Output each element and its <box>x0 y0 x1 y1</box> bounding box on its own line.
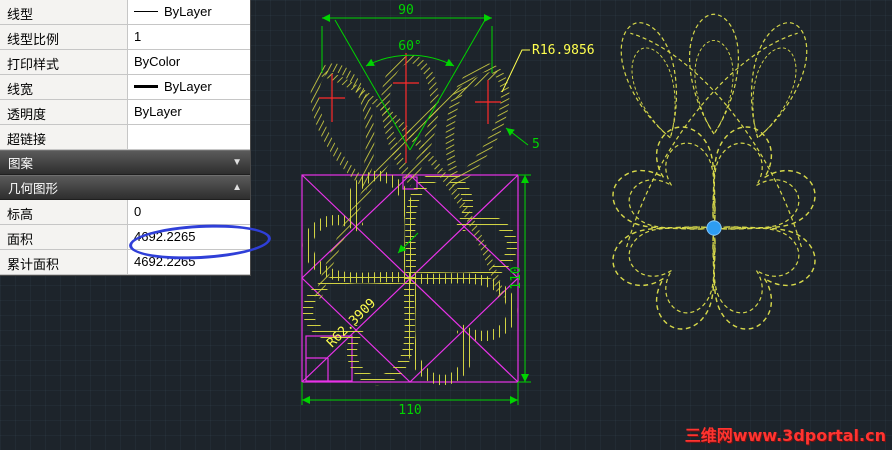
property-value[interactable]: 4692.2265 <box>128 250 250 274</box>
dashed-top-loops <box>611 13 817 146</box>
cad-drawing-area[interactable]: 90 60° R16.9856 5 110 110 R62.3909 <box>250 0 892 450</box>
cad-canvas[interactable]: 90 60° R16.9856 5 110 110 R62.3909 <box>250 0 892 450</box>
center-grip-dot[interactable] <box>706 220 722 236</box>
dashed-flower-drawing[interactable] <box>602 13 826 340</box>
property-row-linetype-scale[interactable]: 线型比例 1 <box>0 25 250 50</box>
dim-text-5: 5 <box>532 137 540 152</box>
property-value-text: 4692.2265 <box>134 254 196 269</box>
lineweight-line-icon <box>134 85 158 88</box>
section-title: 几何图形 <box>8 182 59 196</box>
dim-text-60deg: 60° <box>398 39 421 54</box>
properties-palette: 线型 ByLayer 线型比例 1 打印样式 ByColor 线宽 ByLaye… <box>0 0 251 276</box>
property-row-linetype[interactable]: 线型 ByLayer <box>0 0 250 25</box>
property-label: 打印样式 <box>0 50 128 74</box>
property-row-area[interactable]: 面积 4692.2265 <box>0 225 250 250</box>
property-value[interactable]: ByLayer <box>128 75 250 99</box>
property-value[interactable]: 0 <box>128 200 250 224</box>
chevron-up-icon[interactable]: ▲ <box>232 182 242 193</box>
radius-label-top: R16.9856 <box>501 43 595 93</box>
hatched-flower-drawing[interactable]: 90 60° R16.9856 5 110 110 R62.3909 <box>298 3 595 418</box>
dim-width-bottom: 110 <box>301 382 519 418</box>
property-row-plot-style[interactable]: 打印样式 ByColor <box>0 50 250 75</box>
property-value[interactable]: 4692.2265 <box>128 225 250 249</box>
property-value[interactable] <box>128 125 250 149</box>
property-value-text: ByLayer <box>164 4 212 19</box>
section-header-pattern[interactable]: 图案 ▼ <box>0 150 250 175</box>
chevron-down-icon[interactable]: ▼ <box>232 157 242 168</box>
property-label: 透明度 <box>0 100 128 124</box>
radius-text-top: R16.9856 <box>532 43 595 58</box>
dim-height-right: 110 <box>509 174 531 383</box>
property-row-lineweight[interactable]: 线宽 ByLayer <box>0 75 250 100</box>
property-value-text: 0 <box>134 204 142 219</box>
property-label: 标高 <box>0 200 128 224</box>
property-value[interactable]: ByLayer <box>128 0 250 24</box>
dashed-crossing-ribbons <box>627 33 802 247</box>
property-label: 线宽 <box>0 75 128 99</box>
area-value-text: 4692.2265 <box>134 229 196 244</box>
property-value[interactable]: ByLayer <box>128 100 250 124</box>
heart-clover <box>298 166 522 390</box>
dim-offset-5: 5 <box>505 127 540 152</box>
property-value-text: ByColor <box>134 54 181 69</box>
section-header-geometry[interactable]: 几何图形 ▲ <box>0 175 250 200</box>
linetype-line-icon <box>134 11 158 12</box>
property-row-elevation[interactable]: 标高 0 <box>0 200 250 225</box>
property-label: 超链接 <box>0 125 128 149</box>
property-row-transparency[interactable]: 透明度 ByLayer <box>0 100 250 125</box>
watermark-text: 三维网www.3dportal.cn <box>684 426 886 445</box>
property-row-hyperlink[interactable]: 超链接 <box>0 125 250 150</box>
property-value-text: 1 <box>134 29 142 44</box>
dim-text-110-bottom: 110 <box>398 403 421 418</box>
property-label: 面积 <box>0 225 128 249</box>
section-title: 图案 <box>8 157 34 171</box>
dim-text-90: 90 <box>398 3 414 18</box>
property-value[interactable]: ByColor <box>128 50 250 74</box>
property-value[interactable]: 1 <box>128 25 250 49</box>
property-label: 累计面积 <box>0 250 128 274</box>
property-label: 线型 <box>0 0 128 24</box>
dim-text-110-right: 110 <box>509 266 524 289</box>
property-label: 线型比例 <box>0 25 128 49</box>
dimensions: 90 60° R16.9856 5 110 110 R62.3909 <box>301 3 595 418</box>
property-row-cumulative-area[interactable]: 累计面积 4692.2265 <box>0 250 250 275</box>
property-value-text: ByLayer <box>134 104 182 119</box>
property-value-text: ByLayer <box>164 79 212 94</box>
